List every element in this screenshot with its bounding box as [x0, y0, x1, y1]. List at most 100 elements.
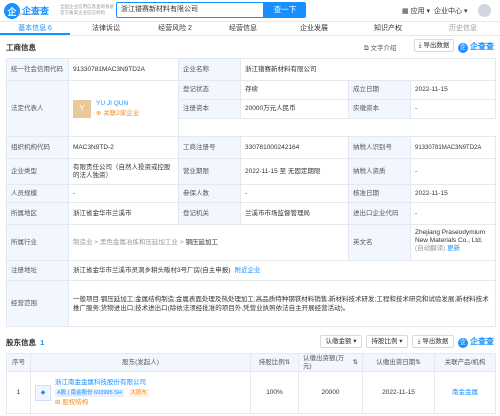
info-row: 所属行业 制造业 > 黑色金属冶炼和压延加工业 > 钢压延加工 英文名 Zhej…: [7, 225, 496, 261]
table-row: 1 ◆ 浙江南金金属科技股份有限公司 A股 | 南金股份 603995.SH 大…: [7, 372, 496, 414]
tab-operation[interactable]: 经营信息: [208, 22, 278, 35]
legal-rep-name[interactable]: YU JI QUN: [96, 100, 139, 108]
col-date-label: 认缴出资日期: [376, 358, 416, 366]
info-subrow: 注册资本 20000万元人民币 实缴资本 -: [179, 100, 496, 119]
structure-icon: ⊞: [55, 398, 61, 406]
search-input[interactable]: 浙江镨赛新材料有限公司: [116, 2, 264, 18]
authority-label: 登记机关: [179, 203, 241, 224]
info-row: 企业类型 有限责任公司（自然人投资或控股的法人独资） 营业期限 2022-11-…: [7, 159, 496, 185]
avatar[interactable]: [478, 4, 491, 17]
term-label: 营业期限: [179, 159, 241, 184]
col-ratio-label: 持股比例: [258, 358, 285, 366]
info-row: 统一社会信用代码 91330781MAC3N9TD2A 企业名称 浙江镨赛新材料…: [7, 59, 496, 81]
row-ratio: 100%: [251, 372, 299, 413]
credit-code-value: 91330781MAC3N9TD2A: [69, 59, 179, 80]
shareholders-table: 序号 股东(发起人) 持股比例 ⇅ 认缴出资额(万元) ⇅ 认缴出资日期 ⇅ 关…: [6, 353, 496, 414]
chevron-down-icon: ▾: [399, 338, 403, 345]
company-type-label: 企业类型: [7, 159, 69, 184]
equity-structure-link[interactable]: ⊞ 股权结构: [55, 399, 149, 407]
col-date[interactable]: 认缴出资日期 ⇅: [363, 354, 435, 371]
copy-text-label: 文字介绍: [370, 45, 397, 52]
company-logo-icon: ◆: [35, 384, 51, 401]
equity-structure-label: 股权结构: [62, 398, 89, 406]
grid-icon: ▦: [402, 8, 409, 15]
info-row: 组织机构代码 MAC3N9TD-2 工商注册号 330781000242164 …: [7, 137, 496, 159]
legal-rep-label: 法定代表人: [7, 81, 69, 136]
export-button[interactable]: ⤓ 导出数据: [414, 39, 454, 52]
staff-value: -: [69, 185, 179, 202]
related-link-label: 关联2家企业: [103, 109, 140, 117]
business-info-grid: 统一社会信用代码 91330781MAC3N9TD2A 企业名称 浙江镨赛新材料…: [6, 58, 496, 327]
chevron-down-icon: ▾: [463, 8, 468, 15]
nearby-link[interactable]: 附近企业: [234, 267, 260, 275]
shareholder-tags: A股 | 南金股份 603995.SH 大股东: [55, 388, 150, 397]
watermark-logo: 企 企查查: [458, 336, 494, 348]
slogan: 全国企业信用信息查询系统 官方备案企业征信机构: [60, 4, 120, 16]
sort-icon: ⇅: [415, 358, 421, 366]
english-name-label: 英文名: [349, 225, 411, 260]
industry-last[interactable]: 钢压延加工: [186, 239, 219, 247]
row-amount: 20000: [299, 372, 363, 413]
tab-history[interactable]: 历史信息: [426, 22, 500, 35]
tab-ip[interactable]: 知识产权: [350, 22, 426, 35]
address-cell: 浙江省金华市兰溪市灵洞乡耕头畈村3号厂房(自主申报) 附近企业: [69, 261, 496, 280]
filter-ratio-label: 持股比例: [371, 338, 398, 345]
import-export-label: 进出口企业代码: [349, 203, 411, 224]
export-label: 导出数据: [423, 42, 450, 49]
row-date: 2022-11-15: [363, 372, 435, 413]
info-row: 经营范围 一般项目:钢压延加工;金属结构制造;金属表面处理及热处理加工;高品质特…: [7, 281, 496, 327]
col-product: 关联产品/机构: [435, 354, 496, 371]
shareholders-title: 股东信息: [6, 338, 36, 347]
industry-label: 所属行业: [7, 225, 69, 260]
legal-rep-related-link[interactable]: ⊕ 关联2家企业: [96, 110, 139, 118]
legal-rep-side: 登记状态 存续 成立日期 2022-11-15 注册资本 20000万元人民币 …: [179, 81, 496, 136]
industry-path[interactable]: 制造业 > 黑色金属冶炼和压延加工业 >: [73, 239, 184, 247]
org-code-value: MAC3N9TD-2: [69, 137, 179, 158]
copy-text-button[interactable]: ⧉ 文字介绍: [364, 42, 396, 53]
info-row: 法定代表人 Y YU JI QUN ⊕ 关联2家企业 登记状态 存续 成立日期 …: [7, 81, 496, 137]
col-ratio[interactable]: 持股比例 ⇅: [251, 354, 299, 371]
region-value: 浙江省金华市兰溪市: [69, 203, 179, 224]
company-name-value: 浙江镨赛新材料有限公司: [241, 59, 496, 80]
info-row: 注册地址 浙江省金华市兰溪市灵洞乡耕头畈村3号厂房(自主申报) 附近企业: [7, 261, 496, 281]
shareholders-export-button[interactable]: ⤓ 导出数据: [412, 335, 454, 348]
tab-development[interactable]: 企业发展: [278, 22, 350, 35]
watermark-logo: 企 企查查: [458, 41, 494, 53]
company-type-value: 有限责任公司（自然人投资或控股的法人独资）: [69, 159, 179, 184]
shareholder-name[interactable]: 浙江南金金属科技股份有限公司: [55, 379, 149, 387]
english-update-link[interactable]: 更新: [447, 245, 460, 252]
reg-status-label: 登记状态: [179, 81, 241, 99]
taxpayer-qual-label: 纳税人资质: [349, 159, 411, 184]
logo-text-small: 企查查: [469, 42, 494, 51]
nav-enterprise-center[interactable]: 企业中心 ▾: [434, 6, 467, 16]
section-title-shareholders: 股东信息 1: [6, 337, 44, 348]
search-button[interactable]: 查一下: [264, 2, 306, 18]
staff-label: 人员规模: [7, 185, 69, 202]
english-name-note: (自动翻译): [415, 245, 446, 252]
reg-capital-value: 20000万元人民币: [241, 100, 349, 118]
col-no: 序号: [7, 354, 31, 371]
filter-ratio-dropdown[interactable]: 持股比例 ▾: [366, 335, 408, 348]
col-amount[interactable]: 认缴出资额(万元) ⇅: [299, 354, 363, 371]
nav-app[interactable]: ▦ 应用 ▾: [402, 6, 430, 16]
approval-value: 2022-11-15: [411, 185, 496, 202]
col-amount-label: 认缴出资额(万元): [303, 354, 345, 370]
download-icon: ⤓: [417, 338, 421, 345]
import-export-value: -: [411, 203, 496, 224]
tab-basic-info[interactable]: 基本信息 6: [0, 22, 70, 35]
info-subrow: 登记状态 存续 成立日期 2022-11-15: [179, 81, 496, 100]
row-no: 1: [7, 372, 31, 413]
stock-tag[interactable]: A股 | 南金股份 603995.SH: [55, 388, 124, 397]
filter-amount-dropdown[interactable]: 认缴金额 ▾: [320, 335, 362, 348]
top-bar: 企 企查查 Qcc.com 全国企业信用信息查询系统 官方备案企业征信机构 浙江…: [0, 0, 500, 22]
credit-code-label: 统一社会信用代码: [7, 59, 69, 80]
tab-risk[interactable]: 经营风险 2: [142, 22, 208, 35]
copy-icon: ⧉: [364, 45, 369, 52]
tab-legal[interactable]: 法律诉讼: [70, 22, 142, 35]
col-name: 股东(发起人): [31, 354, 251, 371]
insured-label: 参保人数: [179, 185, 241, 202]
reg-status-value: 存续: [241, 81, 349, 99]
biz-reg-label: 工商注册号: [179, 137, 241, 158]
row-product[interactable]: 南金金属: [435, 372, 496, 413]
taxpayer-qual-value: -: [411, 159, 496, 184]
